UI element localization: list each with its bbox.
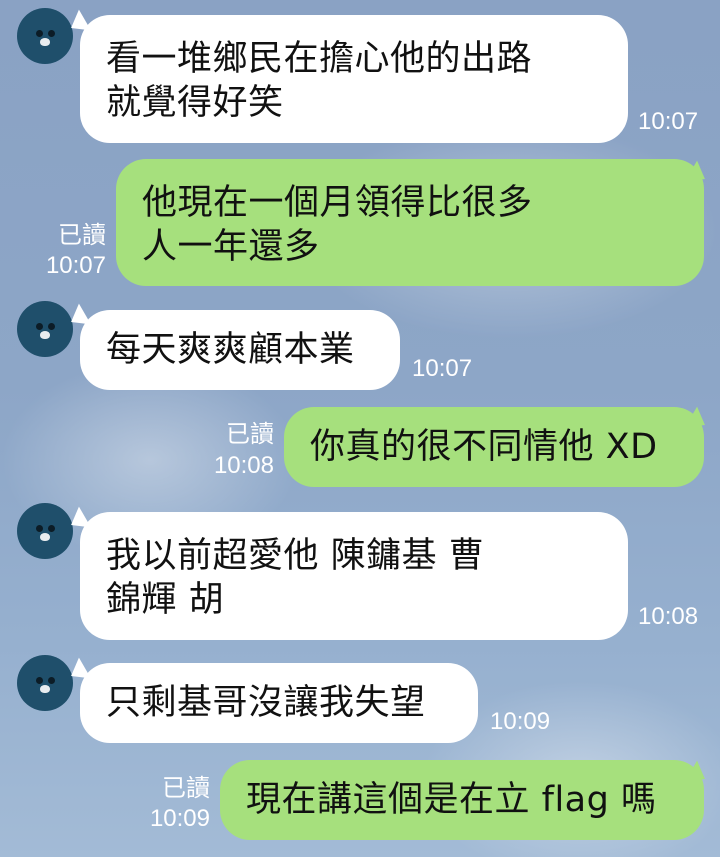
message-bubble-outgoing[interactable]: 他現在一個月領得比很多 人一年還多 [116, 159, 704, 286]
read-receipt: 已讀 [58, 222, 106, 249]
message-bubble-outgoing[interactable]: 你真的很不同情他 XD [284, 407, 704, 487]
message-text-line: 你真的很不同情他 XD [310, 427, 658, 467]
message-text-line: 只剩基哥沒讓我失望 [106, 683, 426, 723]
avatar-nose [40, 331, 50, 339]
avatar-eye [36, 677, 43, 684]
message-bubble-incoming[interactable]: 每天爽爽顧本業 [80, 310, 400, 390]
avatar-bear-icon[interactable] [17, 655, 73, 711]
avatar-eye [36, 323, 43, 330]
message-text-line: 就覺得好笑 [106, 83, 284, 123]
avatar-nose [40, 685, 50, 693]
message-text-line: 錦輝 胡 [106, 580, 225, 620]
message-text-line: 每天爽爽顧本業 [106, 330, 355, 370]
read-receipt: 已讀 [162, 775, 210, 802]
avatar-bear-icon[interactable] [17, 503, 73, 559]
message-timestamp: 10:07 [412, 355, 473, 382]
avatar-eye [48, 323, 55, 330]
message-timestamp: 10:07 [45, 252, 106, 279]
avatar-eye [48, 677, 55, 684]
message-bubble-incoming[interactable]: 我以前超愛他 陳鏞基 曹 錦輝 胡 [80, 512, 628, 640]
avatar-eye [36, 30, 43, 37]
message-bubble-incoming[interactable]: 看一堆鄉民在擔心他的出路 就覺得好笑 [80, 15, 628, 143]
message-text-line: 現在講這個是在立 flag 嗎 [246, 780, 657, 820]
avatar-eye [48, 525, 55, 532]
message-timestamp: 10:09 [490, 708, 551, 735]
message-timestamp: 10:09 [149, 805, 210, 832]
message-timestamp: 10:08 [213, 452, 274, 479]
avatar-bear-icon[interactable] [17, 301, 73, 357]
message-text-line: 他現在一個月領得比很多 [142, 183, 533, 223]
message-text-line: 我以前超愛他 陳鏞基 曹 [106, 536, 485, 576]
message-timestamp: 10:07 [638, 108, 699, 135]
avatar-eye [36, 525, 43, 532]
message-bubble-incoming[interactable]: 只剩基哥沒讓我失望 [80, 663, 478, 743]
message-text-line: 人一年還多 [142, 227, 320, 267]
message-bubble-outgoing[interactable]: 現在講這個是在立 flag 嗎 [220, 760, 704, 840]
avatar-eye [48, 30, 55, 37]
avatar-nose [40, 38, 50, 46]
message-text-line: 看一堆鄉民在擔心他的出路 [106, 39, 533, 79]
read-receipt: 已讀 [226, 421, 274, 448]
message-timestamp: 10:08 [638, 603, 699, 630]
avatar-nose [40, 533, 50, 541]
